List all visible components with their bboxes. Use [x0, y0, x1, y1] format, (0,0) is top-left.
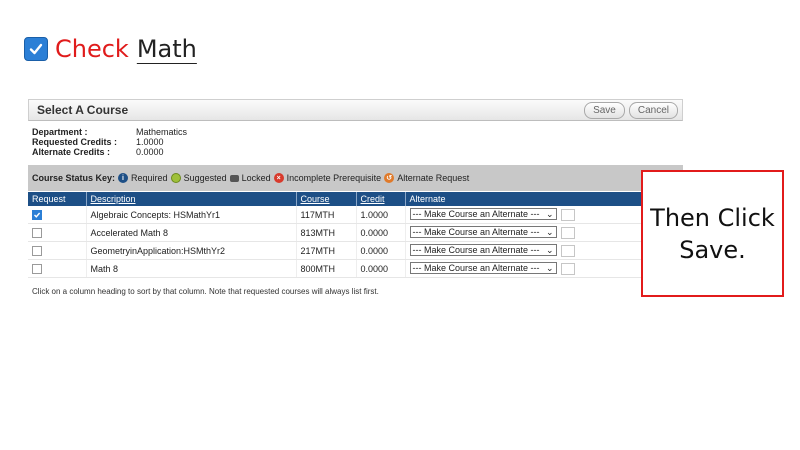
course-description: Algebraic Concepts: HSMathYr1	[86, 206, 297, 224]
key-suggested: Suggested	[170, 173, 227, 183]
department-row: Department : Mathematics	[28, 127, 683, 137]
save-button[interactable]: Save	[584, 101, 625, 119]
table-row: GeometryinApplication:HSMthYr2 217MTH 0.…	[28, 241, 683, 260]
key-alternate-request: ↺ Alternate Request	[384, 173, 469, 183]
checked-checkbox-icon	[24, 37, 48, 61]
course-table: Request Description Course Credit Altern…	[28, 192, 683, 278]
requested-credits-value: 1.0000	[136, 137, 164, 147]
header-credit[interactable]: Credit	[356, 192, 406, 206]
key-required: i Required	[118, 173, 168, 183]
table-row: Math 8 800MTH 0.0000 --- Make Course an …	[28, 259, 683, 278]
course-code: 800MTH	[296, 259, 357, 278]
chevron-down-icon: ⌄	[545, 244, 554, 255]
status-key-title: Course Status Key:	[32, 173, 116, 183]
course-credit: 0.0000	[356, 241, 406, 260]
key-required-label: Required	[131, 173, 168, 183]
instruction-heading: Check Math	[24, 34, 203, 64]
course-info: Department : Mathematics Requested Credi…	[28, 127, 683, 157]
key-locked-label: Locked	[241, 173, 271, 183]
course-description: Accelerated Math 8	[86, 223, 297, 242]
panel-title-bar: Select A Course Save Cancel	[28, 99, 683, 121]
cancel-button[interactable]: Cancel	[628, 101, 678, 119]
lock-icon	[229, 174, 239, 182]
course-description: Math 8	[86, 259, 297, 278]
instruction-callout: Then Click Save.	[641, 170, 784, 297]
alternate-select[interactable]: --- Make Course an Alternate --- ⌄	[409, 262, 557, 275]
course-credit: 0.0000	[356, 259, 406, 278]
chevron-down-icon: ⌄	[545, 226, 554, 237]
course-code: 117MTH	[296, 206, 357, 224]
sort-note: Click on a column heading to sort by tha…	[32, 287, 379, 296]
alternate-secondary-select[interactable]	[560, 226, 575, 239]
course-credit: 0.0000	[356, 223, 406, 242]
header-request: Request	[28, 192, 87, 206]
course-code: 217MTH	[296, 241, 357, 260]
key-locked: Locked	[229, 173, 271, 183]
course-credit: 1.0000	[356, 206, 406, 224]
alternate-select[interactable]: --- Make Course an Alternate --- ⌄	[409, 226, 557, 239]
chevron-down-icon: ⌄	[545, 208, 554, 219]
chevron-down-icon: ⌄	[545, 262, 554, 273]
header-description[interactable]: Description	[86, 192, 297, 206]
request-checkbox[interactable]	[32, 227, 42, 238]
panel-title: Select A Course	[37, 103, 129, 117]
request-checkbox[interactable]	[32, 263, 42, 274]
department-value: Mathematics	[136, 127, 188, 137]
key-incomplete-prerequisite: × Incomplete Prerequisite	[273, 173, 382, 183]
info-icon: i	[118, 173, 129, 183]
key-incomplete-label: Incomplete Prerequisite	[286, 173, 382, 183]
alternate-credits-value: 0.0000	[136, 147, 164, 157]
heading-math-word: Math	[136, 35, 197, 63]
alternate-select[interactable]: --- Make Course an Alternate --- ⌄	[409, 208, 557, 221]
header-course[interactable]: Course	[296, 192, 357, 206]
request-checkbox[interactable]	[32, 245, 42, 256]
heading-check-word: Check	[55, 35, 129, 63]
alternate-secondary-select[interactable]	[560, 208, 575, 221]
request-checkbox[interactable]	[32, 209, 42, 220]
requested-credits-row: Requested Credits : 1.0000	[28, 137, 683, 147]
select-course-panel: Select A Course Save Cancel Department :…	[28, 99, 683, 296]
callout-line-1: Then Click	[650, 203, 775, 232]
department-label: Department :	[32, 127, 88, 137]
alternate-secondary-select[interactable]	[560, 244, 575, 257]
course-description: GeometryinApplication:HSMthYr2	[86, 241, 297, 260]
error-icon: ×	[273, 173, 284, 183]
alternate-credits-label: Alternate Credits :	[32, 147, 111, 157]
alternate-select[interactable]: --- Make Course an Alternate --- ⌄	[409, 244, 557, 257]
key-suggested-label: Suggested	[183, 173, 227, 183]
table-row: Algebraic Concepts: HSMathYr1 117MTH 1.0…	[28, 206, 683, 224]
course-code: 813MTH	[296, 223, 357, 242]
course-status-key: Course Status Key: i Required Suggested …	[28, 165, 683, 191]
alternate-credits-row: Alternate Credits : 0.0000	[28, 147, 683, 157]
callout-line-2: Save.	[679, 235, 746, 264]
table-header-row: Request Description Course Credit Altern…	[28, 192, 683, 206]
key-alternate-label: Alternate Request	[397, 173, 470, 183]
suggested-icon	[170, 173, 181, 183]
alternate-secondary-select[interactable]	[560, 262, 575, 275]
table-row: Accelerated Math 8 813MTH 0.0000 --- Mak…	[28, 223, 683, 242]
requested-credits-label: Requested Credits :	[32, 137, 118, 147]
alternate-icon: ↺	[384, 173, 395, 183]
